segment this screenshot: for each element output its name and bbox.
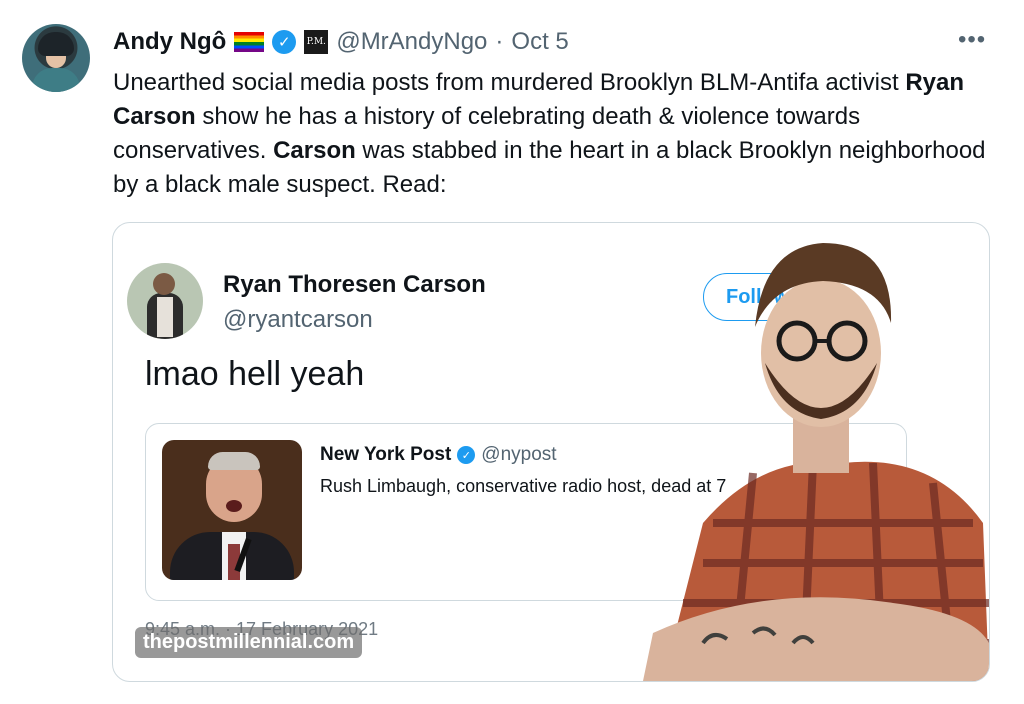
quoted-thumbnail — [162, 440, 302, 580]
quoted-verified-icon: ✓ — [457, 446, 476, 464]
tweet-header: Andy Ngô ✓ P.M. @MrAndyNgo · Oct 5 — [113, 26, 569, 58]
embedded-tweet-text: lmao hell yeah — [145, 355, 365, 393]
verified-badge-icon[interactable]: ✓ — [272, 30, 297, 54]
thumb-mouth — [226, 500, 242, 512]
avatar-head — [153, 273, 175, 295]
author-name[interactable]: Andy Ngô — [113, 28, 226, 56]
more-options-icon[interactable]: ••• — [958, 26, 986, 54]
embedded-author-handle: @ryantcarson — [223, 306, 373, 333]
avatar-hair — [38, 32, 74, 56]
quoted-author-handle: @nypost — [481, 444, 557, 465]
embedded-avatar — [127, 263, 203, 339]
author-handle[interactable]: @MrAndyNgo — [336, 28, 487, 56]
rainbow-flag-icon — [234, 32, 265, 52]
author-avatar[interactable] — [22, 24, 90, 92]
avatar-shirt — [157, 297, 173, 337]
watermark: thepostmillennial.com — [135, 627, 363, 658]
tweet-text: Unearthed social media posts from murder… — [113, 66, 1003, 202]
avatar-coat — [32, 68, 80, 92]
tweet-date[interactable]: Oct 5 — [511, 28, 568, 56]
thumb-hair — [208, 452, 260, 470]
affiliate-badge-icon[interactable]: P.M. — [304, 30, 329, 54]
tweet-text-bold: Carson — [273, 137, 356, 164]
header-separator: · — [495, 28, 504, 55]
embedded-author-name: Ryan Thoresen Carson — [223, 271, 486, 298]
embedded-image[interactable]: Ryan Thoresen Carson @ryantcarson Follow… — [112, 222, 990, 682]
quoted-header: New York Post ✓ @nypost — [320, 444, 557, 466]
tweet-text-part: Unearthed social media posts from murder… — [113, 69, 906, 96]
quoted-author-name: New York Post — [320, 444, 452, 465]
person-cutout-photo — [643, 243, 989, 681]
